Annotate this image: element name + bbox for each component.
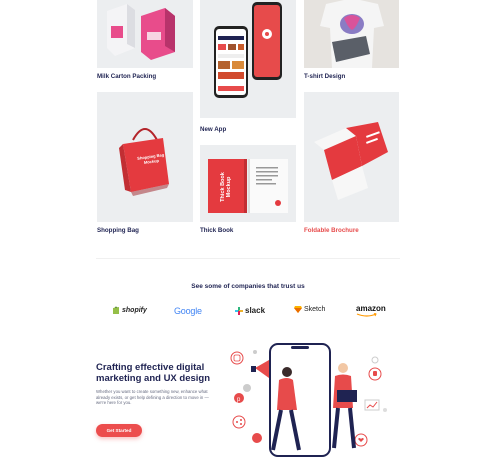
portfolio-caption: T-shirt Design — [304, 73, 346, 80]
whatsapp-icon — [252, 433, 262, 443]
logo-slack: slack — [235, 306, 265, 315]
portfolio-card-new-app[interactable] — [200, 0, 296, 118]
phone-app-mockup-image — [214, 2, 282, 98]
portfolio-card-milk-carton[interactable] — [97, 0, 193, 68]
portfolio-card-brochure[interactable] — [304, 92, 399, 222]
share-icon — [232, 415, 246, 429]
heart-icon — [354, 433, 368, 447]
portfolio-caption: Shopping Bag — [97, 227, 139, 234]
instagram-icon — [230, 351, 244, 365]
portfolio-card-tshirt[interactable] — [304, 0, 399, 68]
amazon-smile-icon — [356, 313, 377, 317]
logo-amazon: amazon — [356, 304, 386, 317]
portfolio-caption: Thick Book — [200, 227, 234, 234]
shopify-bag-icon — [113, 306, 119, 314]
megaphone-icon — [251, 360, 269, 378]
logo-amazon-text: amazon — [356, 304, 386, 313]
slack-icon — [235, 306, 243, 315]
hero-title: Crafting effective digital marketing and… — [96, 362, 211, 384]
logo-shopify: shopify — [112, 306, 147, 315]
thick-book-mockup-image — [208, 159, 288, 213]
pinterest-icon: p — [234, 393, 244, 403]
milk-carton-mockup-image — [107, 4, 175, 60]
trust-heading: See some of companies that trust us — [191, 283, 305, 290]
portfolio-caption: Foldable Brochure — [304, 227, 359, 234]
notification-icon — [368, 367, 382, 381]
get-started-button[interactable]: Get Started — [96, 424, 142, 437]
marketing-illustration: p — [230, 343, 387, 457]
hero-body: Whether you want to create something new… — [96, 389, 209, 406]
logo-google-text: Google — [174, 306, 202, 316]
settings-icon — [243, 384, 251, 392]
tshirt-mockup-image — [304, 0, 399, 68]
section-divider — [96, 258, 400, 259]
portfolio-caption: New App — [200, 126, 227, 133]
logo-sketch-text: Sketch — [304, 306, 326, 313]
portfolio-card-thick-book[interactable]: Thick Book Mockup — [200, 145, 296, 222]
logo-google: Google — [174, 306, 202, 316]
portfolio-caption: Milk Carton Packing — [97, 73, 157, 80]
logo-shopify-text: shopify — [122, 307, 147, 314]
sketch-diamond-icon — [294, 306, 302, 313]
logo-sketch: Sketch — [294, 306, 325, 313]
logo-slack-text: slack — [245, 306, 266, 315]
book-cover-text: Thick Book Mockup — [220, 172, 232, 202]
chart-icon — [364, 399, 380, 411]
brochure-mockup-image — [314, 122, 388, 200]
portfolio-card-shopping-bag[interactable]: Shopping Bag Mockup — [97, 92, 193, 222]
